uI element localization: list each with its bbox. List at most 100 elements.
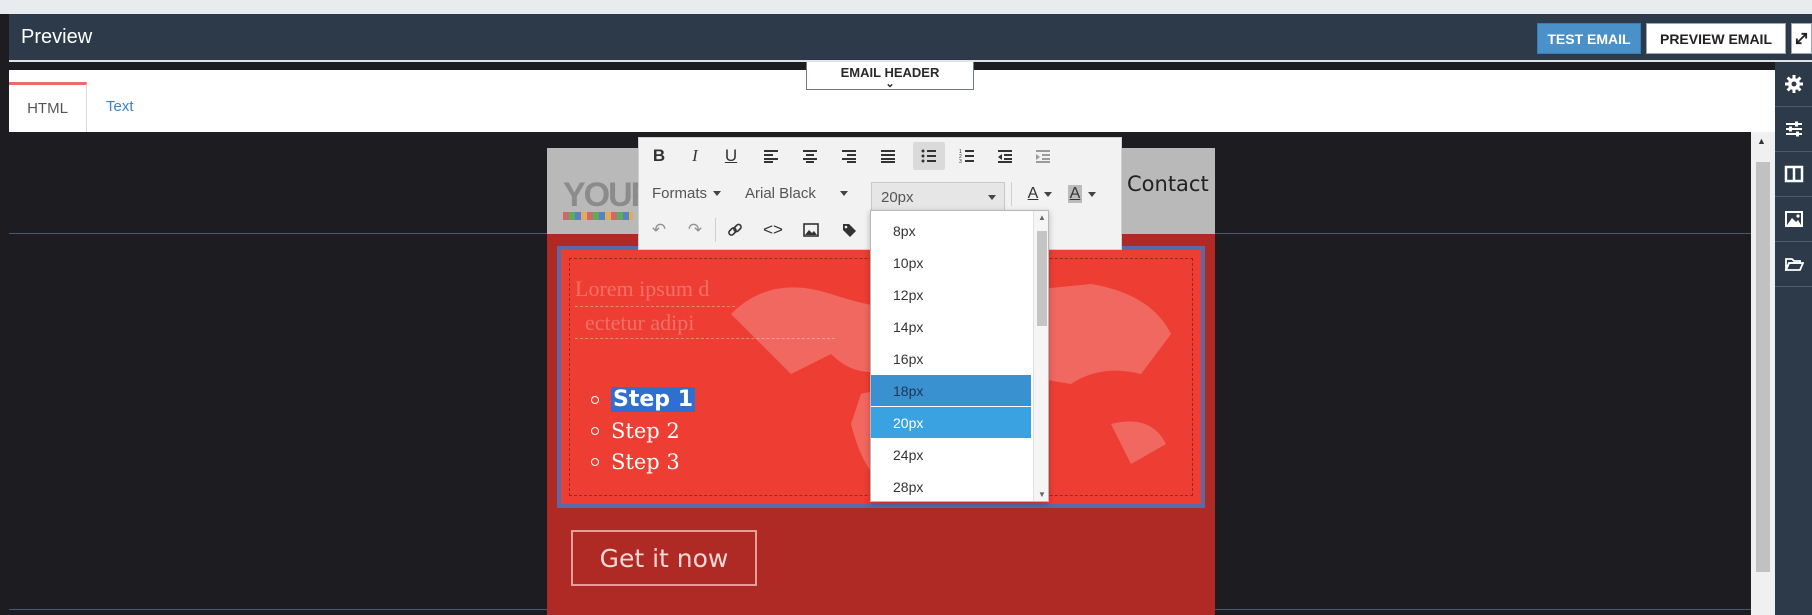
scrollbar-thumb[interactable] xyxy=(1756,162,1770,572)
indent-button[interactable] xyxy=(1027,142,1059,170)
formats-dropdown[interactable]: Formats xyxy=(652,180,722,206)
toolbar-row-formatting: B I U 123 xyxy=(639,138,1121,174)
scroll-down-arrow-icon[interactable]: ▼ xyxy=(1038,490,1046,499)
email-header-tab[interactable]: EMAIL HEADER ⌄ xyxy=(806,62,974,90)
undo-icon: ↶ xyxy=(651,220,667,239)
logo-tagline xyxy=(563,212,633,220)
insert-image-button[interactable] xyxy=(795,216,827,244)
font-family-dropdown[interactable]: Arial Black xyxy=(745,180,848,206)
cta-button[interactable]: Get it now xyxy=(571,530,757,586)
insert-link-button[interactable] xyxy=(719,216,751,244)
top-strip xyxy=(0,0,1812,14)
chevron-down-icon xyxy=(1088,191,1096,197)
scroll-up-arrow-icon[interactable]: ▲ xyxy=(1757,136,1766,146)
chevron-down-icon xyxy=(987,194,996,200)
page-title: Preview xyxy=(21,26,93,48)
redo-icon: ↷ xyxy=(687,220,703,239)
font-size-option[interactable]: 24px xyxy=(871,439,1031,470)
font-size-dropdown[interactable]: 20px xyxy=(871,182,1005,212)
bullet-icon xyxy=(591,426,599,435)
menu-scrollbar-thumb[interactable] xyxy=(1037,231,1047,326)
outdent-button[interactable] xyxy=(989,142,1021,170)
columns-icon xyxy=(1784,165,1803,183)
files-rail-button[interactable] xyxy=(1775,242,1812,286)
font-size-option[interactable]: 28px xyxy=(871,471,1031,501)
folder-open-icon xyxy=(1784,258,1804,271)
bold-icon: B xyxy=(652,146,666,165)
formats-label: Formats xyxy=(652,184,708,202)
tab-text[interactable]: Text xyxy=(106,98,134,115)
align-center-icon xyxy=(803,150,817,163)
hero-ghost-subheading: ectetur adipi xyxy=(585,310,695,335)
chevron-down-icon xyxy=(713,190,722,196)
text-color-menu[interactable] xyxy=(1041,180,1055,208)
spellcheck-underline xyxy=(575,306,735,307)
code-icon: <> xyxy=(763,220,783,239)
preview-header: Preview TEST EMAIL PREVIEW EMAIL xyxy=(9,14,1812,62)
indent-icon xyxy=(1036,150,1050,163)
canvas-scrollbar[interactable]: ▲ xyxy=(1751,132,1775,615)
bullet-list-button[interactable] xyxy=(913,142,945,170)
font-size-option[interactable]: 18px xyxy=(871,375,1031,406)
font-size-option[interactable]: 8px xyxy=(871,215,1031,246)
selected-step-text[interactable]: Step 1 xyxy=(611,387,695,412)
numbered-list-button[interactable]: 123 xyxy=(951,142,983,170)
chevron-down-icon: ⌄ xyxy=(885,78,895,90)
font-size-option[interactable]: 14px xyxy=(871,311,1031,342)
toolbar-divider xyxy=(1011,182,1012,206)
align-right-button[interactable] xyxy=(833,142,865,170)
text-color-icon: A xyxy=(1027,185,1039,202)
align-center-button[interactable] xyxy=(794,142,826,170)
redo-button[interactable]: ↷ xyxy=(679,216,711,244)
italic-button[interactable]: I xyxy=(679,142,711,170)
layout-rail-button[interactable] xyxy=(1775,152,1812,196)
svg-text:3: 3 xyxy=(959,159,962,163)
undo-button[interactable]: ↶ xyxy=(643,216,675,244)
font-size-option[interactable]: 16px xyxy=(871,343,1031,374)
align-right-icon xyxy=(842,150,856,163)
step-text[interactable]: Step 2 xyxy=(611,419,680,443)
adjust-rail-button[interactable] xyxy=(1775,107,1812,151)
hero-ghost-heading: Lorem ipsum d xyxy=(575,276,710,301)
background-color-menu[interactable] xyxy=(1085,180,1099,208)
align-left-button[interactable] xyxy=(755,142,787,170)
font-size-option[interactable]: 20px xyxy=(871,407,1031,438)
font-size-option[interactable]: 10px xyxy=(871,247,1031,278)
expand-icon xyxy=(1795,32,1808,45)
contact-link[interactable]: Contact xyxy=(1127,172,1209,196)
scroll-up-arrow-icon[interactable]: ▲ xyxy=(1038,213,1046,222)
test-email-button[interactable]: TEST EMAIL xyxy=(1537,23,1641,54)
tab-html[interactable]: HTML xyxy=(9,82,87,132)
tool-rail xyxy=(1775,62,1812,615)
list-item[interactable]: Step 1 xyxy=(591,384,695,415)
bold-button[interactable]: B xyxy=(643,142,675,170)
app-root: Preview TEST EMAIL PREVIEW EMAIL HTML Te… xyxy=(0,0,1812,615)
link-icon xyxy=(728,223,742,236)
spellcheck-underline xyxy=(575,338,835,339)
menu-scrollbar[interactable]: ▲ ▼ xyxy=(1033,211,1048,501)
chevron-down-icon xyxy=(1044,191,1052,197)
list-item[interactable]: Step 2 xyxy=(591,415,695,446)
preview-email-button[interactable]: PREVIEW EMAIL xyxy=(1646,23,1786,54)
gear-icon xyxy=(1784,75,1803,93)
underline-button[interactable]: U xyxy=(715,142,747,170)
images-rail-button[interactable] xyxy=(1775,197,1812,241)
background-color-icon: A xyxy=(1067,185,1083,203)
list-item[interactable]: Step 3 xyxy=(591,446,695,477)
bullet-icon xyxy=(591,457,599,466)
outdent-icon xyxy=(998,150,1012,163)
justify-button[interactable] xyxy=(872,142,904,170)
underline-icon: U xyxy=(724,146,738,165)
steps-list[interactable]: Step 1 Step 2 Step 3 xyxy=(591,384,695,477)
font-family-label: Arial Black xyxy=(745,184,816,202)
image-icon xyxy=(1784,211,1803,227)
expand-button[interactable] xyxy=(1791,23,1812,54)
bullet-list-icon xyxy=(921,149,936,163)
font-size-option[interactable]: 12px xyxy=(871,279,1031,310)
source-code-button[interactable]: <> xyxy=(757,216,789,244)
image-icon xyxy=(803,223,819,237)
font-size-menu[interactable]: 8px 10px 12px 14px 16px 18px 20px 24px 28px ▲ ▼ xyxy=(870,210,1049,502)
merge-tag-button[interactable] xyxy=(833,216,865,244)
settings-rail-button[interactable] xyxy=(1775,62,1812,106)
step-text[interactable]: Step 3 xyxy=(611,450,680,474)
